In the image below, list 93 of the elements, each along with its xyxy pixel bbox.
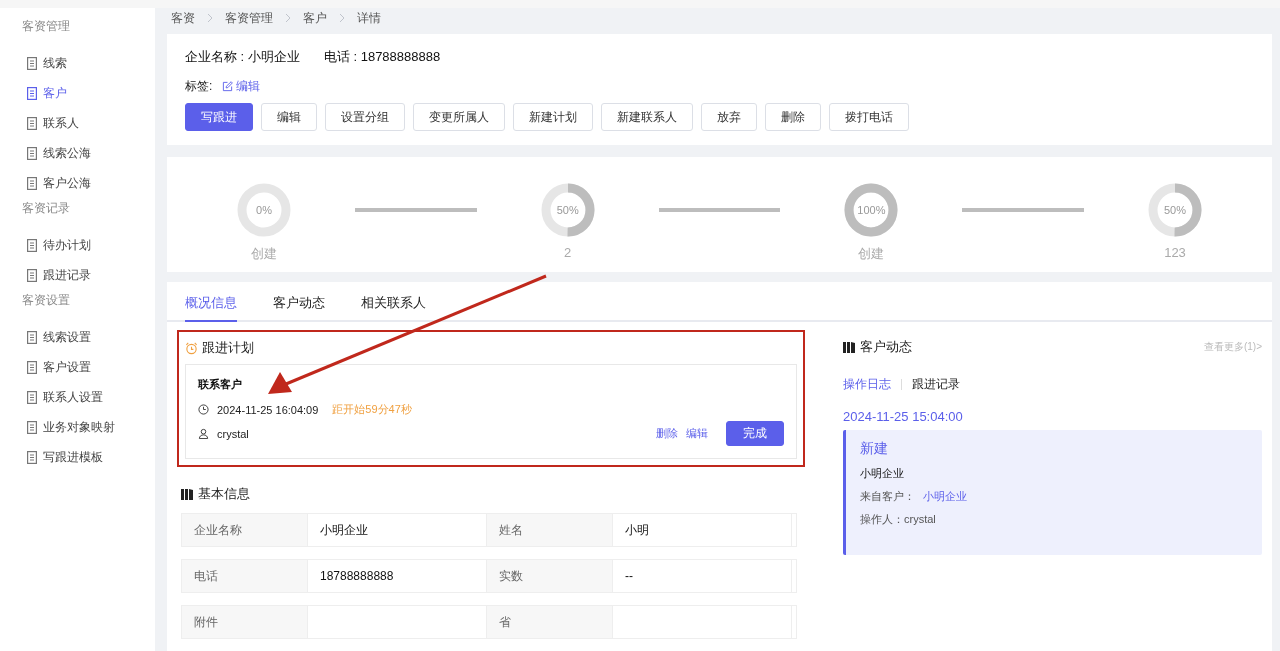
sidebar-item[interactable]: 业务对象映射	[0, 412, 155, 442]
field-value: 18788888888	[320, 569, 394, 583]
field-value: --	[625, 569, 633, 583]
field-label: 实数	[499, 567, 523, 585]
document-icon	[27, 420, 37, 434]
sidebar-item[interactable]: 写跟进模板	[0, 442, 155, 472]
subtab[interactable]: 跟进记录	[912, 376, 960, 393]
field-label: 姓名	[499, 521, 523, 539]
task-title: 联系客户	[198, 377, 243, 392]
progress-percent: 100%	[857, 204, 886, 216]
activity-operator: 操作人：crystal	[860, 512, 937, 527]
step-label: 创建	[858, 245, 885, 263]
breadcrumb-item[interactable]: 详情	[357, 9, 381, 27]
action-button[interactable]: 新建联系人	[601, 103, 693, 131]
action-button[interactable]: 编辑	[261, 103, 317, 131]
sidebar-item[interactable]: 客户公海	[0, 168, 155, 198]
progress-percent: 50%	[556, 204, 579, 216]
field-label: 省	[499, 613, 511, 631]
complete-button[interactable]: 完成	[726, 421, 784, 446]
chevron-right-icon	[339, 13, 345, 23]
clock-icon	[198, 404, 209, 415]
sidebar-item[interactable]: 联系人	[0, 108, 155, 138]
subtab[interactable]: 操作日志	[843, 376, 891, 393]
field-label: 电话	[194, 567, 218, 585]
field-value: 小明企业	[320, 521, 368, 539]
action-button[interactable]: 变更所属人	[413, 103, 505, 131]
document-icon	[27, 116, 37, 130]
activity-title: 新建	[860, 440, 889, 458]
sidebar-group-title: 客资记录	[22, 200, 71, 216]
action-button[interactable]: 写跟进	[185, 103, 253, 131]
document-icon	[27, 450, 37, 464]
step-label: 123	[1164, 245, 1186, 260]
sidebar-item[interactable]: 联系人设置	[0, 382, 155, 412]
edit-icon	[222, 81, 234, 92]
document-icon	[27, 330, 37, 344]
tab[interactable]: 客户动态	[273, 282, 325, 322]
document-icon	[27, 360, 37, 374]
chevron-right-icon	[207, 13, 213, 23]
progress-percent: 0%	[256, 204, 272, 216]
document-icon	[27, 56, 37, 70]
plan-owner: crystal	[217, 427, 249, 440]
progress-percent: 50%	[1164, 204, 1187, 216]
edit-tags-link[interactable]: 编辑	[222, 78, 261, 95]
book-icon	[181, 488, 193, 500]
action-button[interactable]: 删除	[765, 103, 821, 131]
sidebar-item[interactable]: 跟进记录	[0, 260, 155, 290]
countdown: 距开始59分47秒	[332, 402, 412, 417]
phone-number: 电话 : 18788888888	[323, 48, 441, 66]
sidebar-item[interactable]: 客户	[0, 78, 155, 108]
alarm-clock-icon	[185, 341, 198, 355]
document-icon	[27, 390, 37, 404]
field-label: 企业名称	[194, 521, 242, 539]
action-button[interactable]: 设置分组	[325, 103, 405, 131]
progress-ring	[235, 181, 293, 239]
step-label: 2	[564, 245, 572, 260]
breadcrumb-item[interactable]: 客资管理	[225, 9, 273, 27]
field-label: 附件	[194, 613, 218, 631]
document-icon	[27, 146, 37, 160]
activity-subject: 小明企业	[860, 466, 905, 481]
document-icon	[27, 86, 37, 100]
sidebar-item[interactable]: 线索设置	[0, 322, 155, 352]
activity-date: 2024-11-25 15:04:00	[843, 409, 964, 424]
tab[interactable]: 相关联系人	[361, 282, 426, 322]
field-value: 小明	[625, 521, 649, 539]
document-icon	[27, 176, 37, 190]
document-icon	[27, 238, 37, 252]
book-icon	[843, 341, 855, 353]
section-title: 基本信息	[198, 485, 250, 503]
sidebar-item[interactable]: 待办计划	[0, 230, 155, 260]
person-icon	[198, 428, 209, 439]
document-icon	[27, 268, 37, 282]
sidebar-item[interactable]: 线索公海	[0, 138, 155, 168]
section-title: 跟进计划	[202, 339, 254, 357]
plan-action-link[interactable]: 删除	[656, 426, 678, 441]
breadcrumb-item[interactable]: 客资	[171, 9, 195, 27]
tags-label: 标签:	[185, 78, 213, 95]
action-button[interactable]: 拨打电话	[829, 103, 909, 131]
action-button[interactable]: 新建计划	[513, 103, 593, 131]
sidebar-group-title: 客资设置	[22, 292, 71, 308]
activity-label: 来自客户：	[860, 489, 915, 504]
section-title: 客户动态	[860, 338, 912, 356]
action-button[interactable]: 放弃	[701, 103, 757, 131]
progress-ring	[1146, 181, 1204, 239]
customer-link[interactable]: 小明企业	[923, 489, 967, 504]
step-label: 创建	[251, 245, 277, 263]
company-name: 企业名称 : 小明企业	[185, 48, 300, 66]
breadcrumb-item[interactable]: 客户	[303, 9, 327, 27]
sidebar-item[interactable]: 线索	[0, 48, 155, 78]
chevron-right-icon	[285, 13, 291, 23]
plan-action-link[interactable]: 编辑	[686, 426, 708, 441]
sidebar-group-title: 客资管理	[22, 18, 71, 34]
plan-time: 2024-11-25 16:04:09	[217, 403, 319, 416]
sidebar-item[interactable]: 客户设置	[0, 352, 155, 382]
